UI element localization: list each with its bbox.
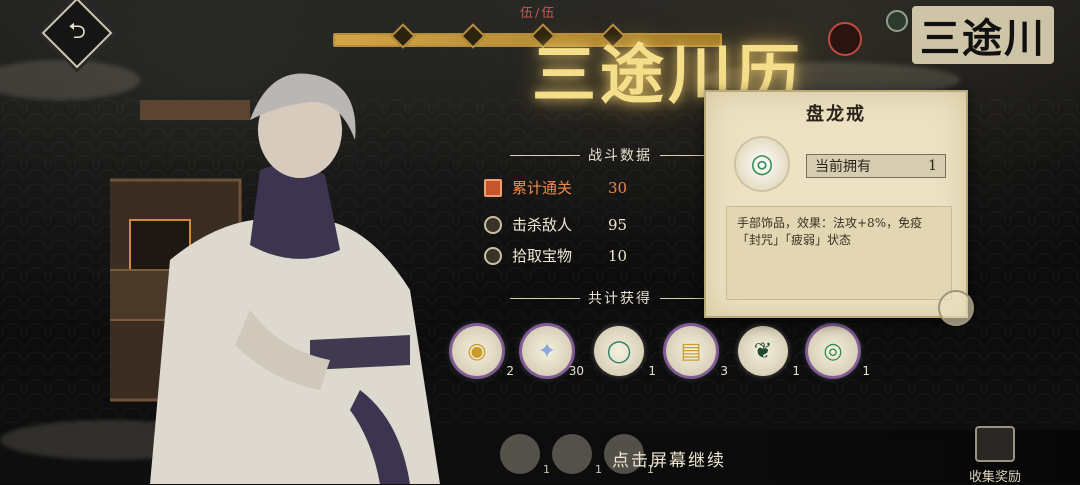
item-count: 30 <box>568 364 584 378</box>
stat-row-treasures: 拾取宝物 10 <box>484 245 648 266</box>
owned-value: 1 <box>928 158 937 174</box>
item-count: 1 <box>862 364 870 378</box>
reward-item-crystal-star[interactable]: ✦ 30 <box>522 326 584 378</box>
stat-value: 10 <box>608 246 628 265</box>
owned-label: 当前拥有 <box>815 159 871 175</box>
scroll-curl-decoration <box>938 290 974 326</box>
dragon-charm-icon: ❦ <box>753 338 773 364</box>
item-description: 手部饰品，效果：法攻+8%，免疫「封咒」「疲弱」状态 <box>726 206 952 300</box>
tap-to-continue[interactable]: 点击屏幕继续 <box>612 446 726 471</box>
rewards-title: 共计获得 <box>588 291 652 307</box>
gold-scroll-icon: ▤ <box>680 338 702 364</box>
game-logo: 三途川 <box>912 6 1054 64</box>
stat-label: 击杀敌人 <box>512 216 573 234</box>
item-count: 1 <box>648 364 656 378</box>
tooltip-item-frame: ◎ <box>734 136 790 192</box>
reward-item-partial: 1 <box>552 434 602 476</box>
bracelet-icon: ◯ <box>606 338 632 364</box>
seal-icon <box>828 22 862 56</box>
item-count: 1 <box>792 364 800 378</box>
character-illustration <box>110 73 440 484</box>
scroll-icon <box>484 178 502 197</box>
dragon-ring-icon: ◎ <box>750 149 774 179</box>
crystal-star-icon: ✦ <box>537 338 557 364</box>
stat-label: 拾取宝物 <box>512 247 573 265</box>
collect-rewards-button[interactable]: 收集奖励 <box>960 426 1030 485</box>
coin-icon <box>484 215 502 234</box>
dragon-ring-icon: ◎ <box>823 338 843 364</box>
stage-count: 伍/伍 <box>520 6 557 21</box>
item-count: 2 <box>506 364 514 378</box>
stat-value: 30 <box>608 178 628 197</box>
gold-coin-icon: ◉ <box>467 338 487 364</box>
jade-icon <box>886 10 908 32</box>
collect-rewards-label: 收集奖励 <box>968 470 1021 485</box>
rewards-header: 共计获得 <box>510 288 730 308</box>
reward-item-gold-coin[interactable]: ◉ 2 <box>452 326 514 378</box>
reward-item-bracelet[interactable]: ◯ 1 <box>594 326 656 378</box>
battle-stats-header: 战斗数据 <box>510 145 730 165</box>
owned-count-bar: 当前拥有 1 <box>806 154 946 178</box>
item-tooltip: 盘龙戒 ◎ 当前拥有 1 手部饰品，效果：法攻+8%，免疫「封咒」「疲弱」状态 <box>704 90 974 326</box>
stat-row-cleared: 累计通关 30 <box>484 177 648 198</box>
item-count: 1 <box>595 463 602 476</box>
stat-row-kills: 击杀敌人 95 <box>484 214 648 235</box>
treasure-chest-icon <box>975 426 1015 462</box>
reward-item-dragon-ring[interactable]: ◎ 1 <box>808 326 870 378</box>
battle-stats-title: 战斗数据 <box>588 148 652 164</box>
coin-icon <box>484 246 502 265</box>
item-count: 1 <box>543 463 550 476</box>
stat-value: 95 <box>608 215 628 234</box>
reward-item-gold-scroll[interactable]: ▤ 3 <box>666 326 728 378</box>
stat-label: 累计通关 <box>512 179 573 197</box>
reward-item-dragon-charm[interactable]: ❦ 1 <box>738 326 800 378</box>
back-arrow-icon: ⮌ <box>68 19 86 44</box>
reward-item-partial: 1 <box>500 434 550 476</box>
tooltip-title: 盘龙戒 <box>806 104 866 125</box>
item-count: 3 <box>720 364 728 378</box>
